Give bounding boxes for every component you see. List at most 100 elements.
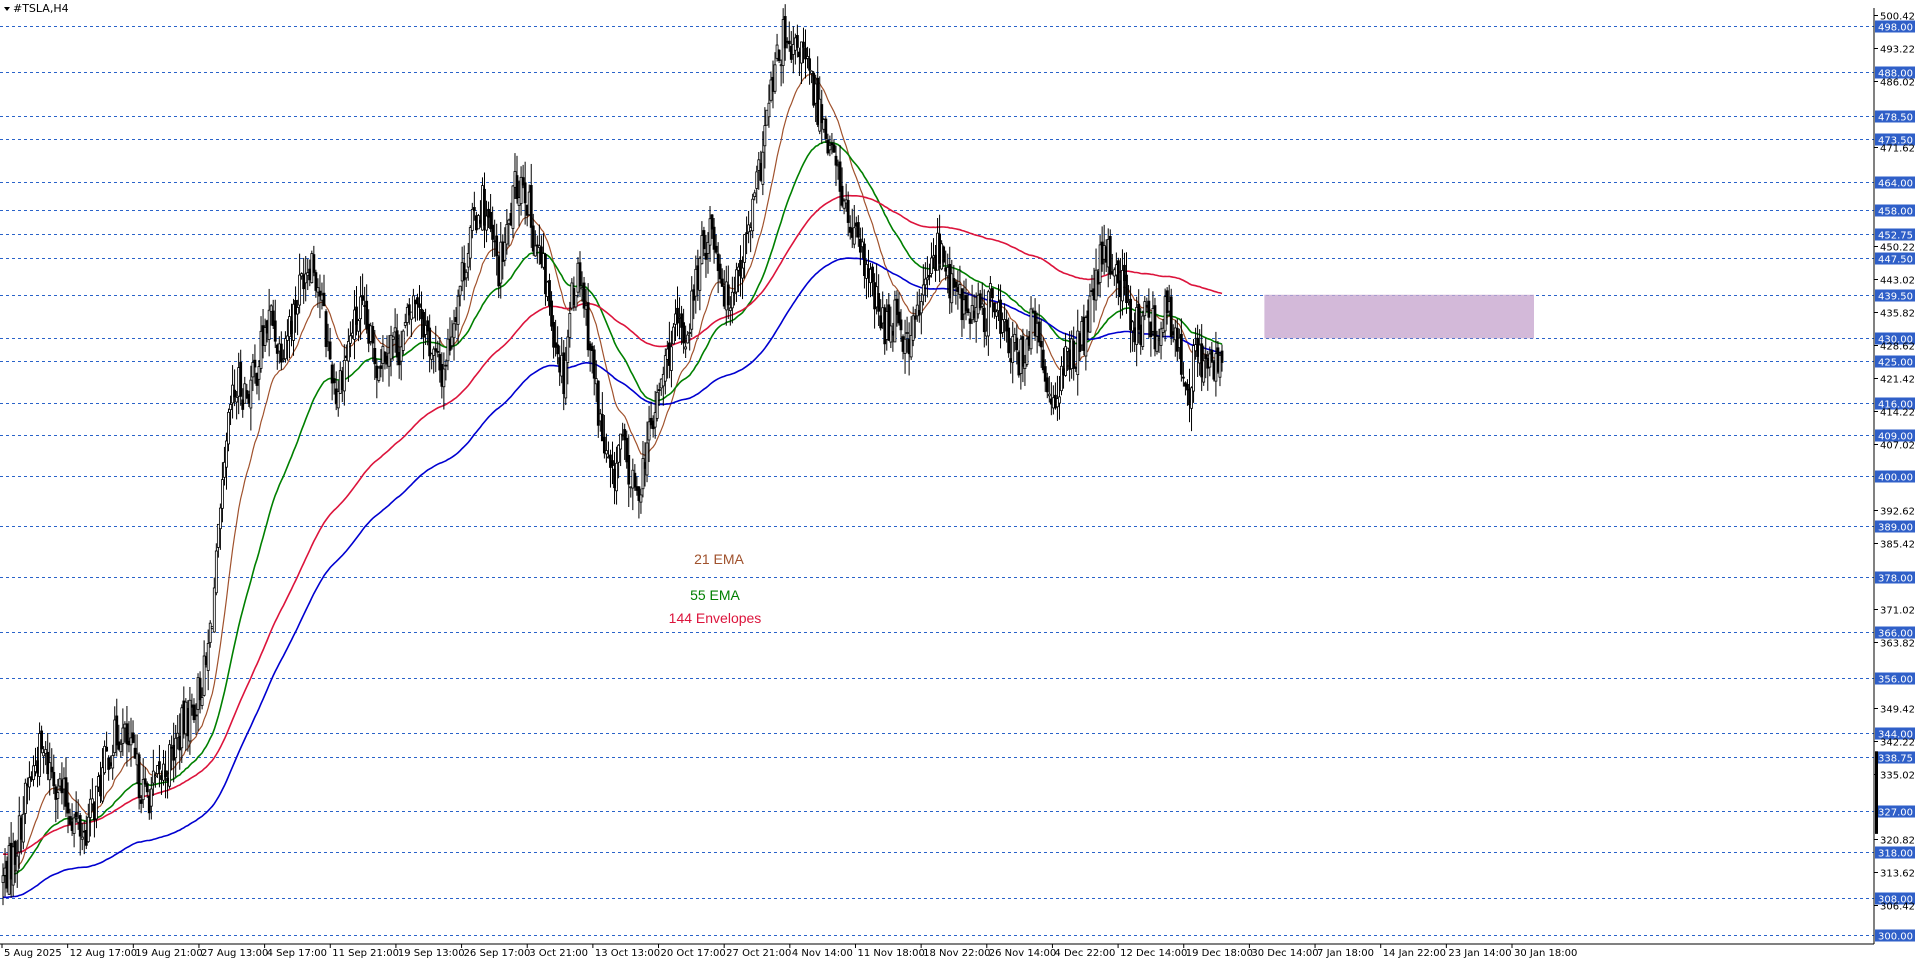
candle-body [682,322,686,344]
price-tick-label: 342.22 [1880,738,1915,749]
candle-body [15,855,19,872]
candle-body [986,291,990,337]
candle-body [966,308,970,313]
candle-body [357,320,360,332]
candle[interactable] [1169,288,1173,346]
candle-body [657,389,661,391]
candle-body [472,207,476,211]
price-tick-label: 313.62 [1880,869,1915,880]
price-chart[interactable]: 498.00488.00478.50473.50464.00458.00452.… [0,0,1916,963]
candle-body [877,293,881,312]
time-tick-label: 3 Oct 21:00 [529,948,588,959]
candle-body [373,348,377,365]
candle-body [23,782,27,814]
time-tick-label: 11 Nov 18:00 [857,948,924,959]
candle-body [905,332,909,334]
candle-body [80,836,84,840]
candle-body [928,274,931,278]
time-tick-label: 19 Aug 21:00 [135,948,202,959]
candle[interactable] [824,115,828,143]
candle-body [411,295,415,319]
candle-body [328,341,332,360]
candle-body [267,309,271,340]
candle-body [627,455,631,485]
candle-body [743,234,746,263]
candle-body [773,64,777,92]
candle[interactable] [401,329,405,355]
candle-body [428,327,432,357]
legend-envelope144: 144 Envelopes [669,610,762,626]
candle-body [511,185,515,229]
candle-body [919,301,923,314]
candle[interactable] [1141,310,1145,351]
candle-body [856,222,860,238]
candle-body [444,364,448,367]
candle-body [468,227,472,259]
candle-body [229,404,232,411]
time-tick-label: 27 Aug 13:00 [201,948,268,959]
level-price-label: 458.00 [1878,207,1913,218]
candle-body [66,802,70,814]
candle-body [1143,301,1147,317]
candle-body [1039,340,1043,348]
time-tick-label: 4 Sep 17:00 [267,948,327,959]
candle-body [533,245,537,257]
time-tick-label: 26 Nov 14:00 [989,948,1056,959]
candle-body [777,49,781,61]
level-price-label: 389.00 [1878,523,1913,534]
candle-body [566,336,570,363]
candle-body [615,462,618,492]
candle-body [371,326,375,344]
candle-body [218,507,222,530]
candle-body [686,334,690,344]
legend-ema55: 55 EMA [690,587,740,603]
candle-body [377,367,381,381]
candle-body [322,292,326,307]
zone-rect [1264,294,1534,339]
candle-body [153,775,157,778]
candle-body [149,788,153,807]
candle-body [239,361,243,397]
time-tick-label: 5 Aug 2025 [4,948,62,959]
candle-body [670,346,673,371]
candle-body [1037,321,1041,343]
candle-body [206,643,210,671]
chart-window[interactable]: 498.00 488.00 478.50 473.50 464.00 458.00 452.… [0,0,1916,963]
legend-ema21: 21 EMA [694,551,744,567]
candle-body [995,311,998,317]
candle-body [40,730,44,750]
time-tick-label: 20 Oct 17:00 [661,948,726,959]
candle-body [450,336,454,347]
candle-body [470,208,474,231]
candle-body [633,472,637,488]
candle-body [225,440,228,468]
candle-body [418,303,421,308]
level-price-label: 464.00 [1878,179,1913,190]
candle-body [95,785,98,820]
candle-body [795,35,799,48]
candle-body [464,271,468,279]
candle-body [121,727,125,744]
candle-body [1125,274,1128,304]
candle-body [324,311,328,347]
candle-body [730,291,734,309]
candle-body [164,770,167,778]
candle-body [720,278,724,287]
candle-body [125,723,129,745]
price-tick-label: 335.02 [1880,771,1915,782]
candle[interactable] [214,543,218,596]
level-price-label: 318.00 [1878,849,1913,860]
candle-body [379,365,383,369]
candle-body [808,58,811,71]
candle-body [52,771,56,787]
candle-body [751,198,755,232]
level-price-label: 400.00 [1878,473,1913,484]
candle-body [1108,236,1112,275]
candle-body [763,125,767,147]
candle-body [131,732,135,743]
candle-body [993,302,996,313]
candle-body [434,348,438,352]
candle-body [1202,360,1206,383]
candle-body [767,102,771,118]
candle-body [982,307,986,333]
